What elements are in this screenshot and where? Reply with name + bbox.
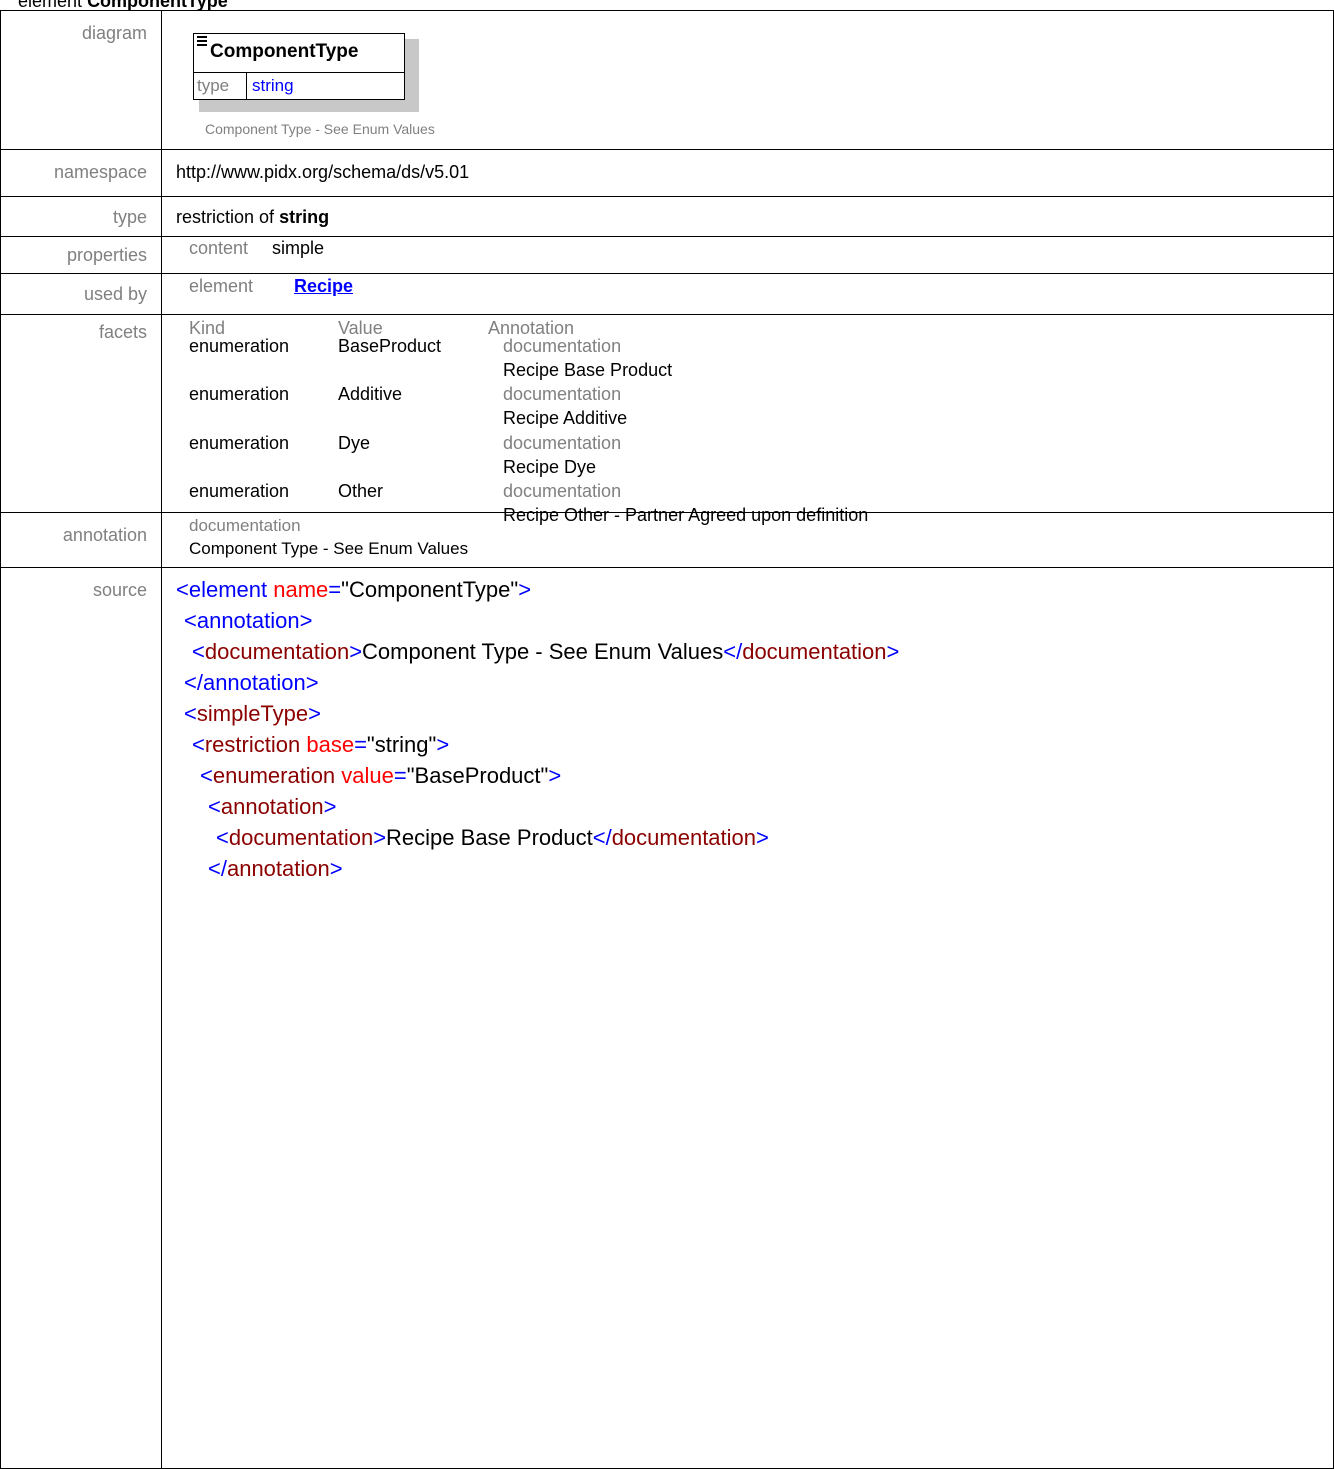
row-properties: properties content simple bbox=[0, 236, 1334, 274]
facet-kind: enumeration bbox=[189, 433, 290, 453]
source-cell: <element name="ComponentType"> <annotati… bbox=[161, 567, 1334, 1469]
source-line: <documentation>Recipe Base Product</docu… bbox=[216, 825, 769, 850]
source-line: <restriction base="string"> bbox=[192, 732, 450, 757]
type-prefix: restriction of bbox=[176, 207, 275, 227]
annotation-text: Component Type - See Enum Values bbox=[189, 539, 469, 558]
diagram-cell: ComponentType type string Component Type… bbox=[161, 10, 1334, 150]
label-properties: properties bbox=[0, 236, 162, 274]
label-diagram: diagram bbox=[0, 10, 162, 150]
facet-annotation-text: Recipe Dye bbox=[503, 457, 597, 477]
facet-kind: enumeration bbox=[189, 336, 290, 356]
used-by-recipe-link[interactable]: Recipe bbox=[294, 276, 353, 297]
namespace-value: http://www.pidx.org/schema/ds/v5.01 bbox=[161, 149, 1334, 197]
facet-annotation-label: documentation bbox=[503, 384, 622, 404]
row-source: source <element name="ComponentType"> <a… bbox=[0, 567, 1334, 1469]
row-namespace: namespace http://www.pidx.org/schema/ds/… bbox=[0, 149, 1334, 197]
source-line: </annotation> bbox=[208, 856, 343, 881]
source-line: <element name="ComponentType"> bbox=[176, 577, 532, 602]
facet-value: Other bbox=[338, 481, 384, 501]
diagram-divider bbox=[194, 72, 404, 73]
facet-annotation-text: Recipe Base Product bbox=[503, 360, 673, 380]
facet-annotation-text: Recipe Additive bbox=[503, 408, 628, 428]
schema-doc-table: diagram ComponentType type string Compon… bbox=[0, 10, 1334, 1469]
type-base: string bbox=[279, 207, 330, 227]
annotation-label: documentation bbox=[189, 516, 301, 535]
label-used-by: used by bbox=[0, 273, 162, 315]
source-line: </annotation> bbox=[184, 670, 319, 695]
label-source: source bbox=[0, 567, 162, 1469]
used-by-cell: element Recipe bbox=[161, 273, 1334, 315]
facet-kind: enumeration bbox=[189, 384, 290, 404]
source-line: <enumeration value="BaseProduct"> bbox=[200, 763, 562, 788]
row-used-by: used by element Recipe bbox=[0, 273, 1334, 315]
facet-annotation-label: documentation bbox=[503, 433, 622, 453]
used-by: element Recipe bbox=[162, 274, 1333, 314]
annotation-cell: documentation Component Type - See Enum … bbox=[161, 512, 1334, 568]
properties-value: simple bbox=[272, 238, 325, 258]
page-title: element ComponentType bbox=[18, 0, 228, 10]
label-namespace: namespace bbox=[0, 149, 162, 197]
used-by-kind: element bbox=[189, 276, 254, 296]
facet-kind: enumeration bbox=[189, 481, 290, 501]
source-code: <element name="ComponentType"> <annotati… bbox=[162, 568, 1333, 1468]
source-line: <annotation> bbox=[184, 608, 313, 633]
facets-table: Kind Value Annotation enumeration BasePr… bbox=[162, 315, 1333, 525]
properties: content simple bbox=[162, 237, 1333, 273]
diagram-type-divider bbox=[246, 72, 247, 99]
row-annotation: annotation documentation Component Type … bbox=[0, 512, 1334, 568]
diagram-element-name: ComponentType bbox=[210, 41, 359, 62]
source-line: <documentation>Component Type - See Enum… bbox=[192, 639, 900, 664]
row-facets: facets Kind Value Annotation enumeration… bbox=[0, 314, 1334, 525]
properties-cell: content simple bbox=[161, 236, 1334, 274]
properties-key: content bbox=[189, 238, 249, 258]
diagram-type-value[interactable]: string bbox=[252, 76, 294, 96]
facet-value: Additive bbox=[338, 384, 403, 404]
annotation: documentation Component Type - See Enum … bbox=[162, 513, 1333, 567]
label-facets: facets bbox=[0, 314, 162, 513]
facet-annotation-label: documentation bbox=[503, 481, 622, 501]
facet-value: BaseProduct bbox=[338, 336, 442, 356]
row-type: type restriction of string bbox=[0, 196, 1334, 237]
source-line: <simpleType> bbox=[184, 701, 321, 726]
label-type: type bbox=[0, 196, 162, 237]
facet-annotation-label: documentation bbox=[503, 336, 622, 356]
row-diagram: diagram ComponentType type string Compon… bbox=[0, 10, 1334, 150]
type-value: restriction of string bbox=[161, 196, 1334, 237]
element-content-icon bbox=[197, 36, 207, 46]
label-annotation: annotation bbox=[0, 512, 162, 568]
facet-value: Dye bbox=[338, 433, 371, 453]
source-line: <annotation> bbox=[208, 794, 337, 819]
diagram-type-label: type bbox=[197, 76, 230, 95]
facets-cell: Kind Value Annotation enumeration BasePr… bbox=[161, 314, 1334, 525]
diagram: ComponentType type string Component Type… bbox=[162, 11, 1333, 149]
diagram-documentation: Component Type - See Enum Values bbox=[205, 121, 435, 137]
diagram-element-box[interactable]: ComponentType type string bbox=[193, 33, 405, 100]
